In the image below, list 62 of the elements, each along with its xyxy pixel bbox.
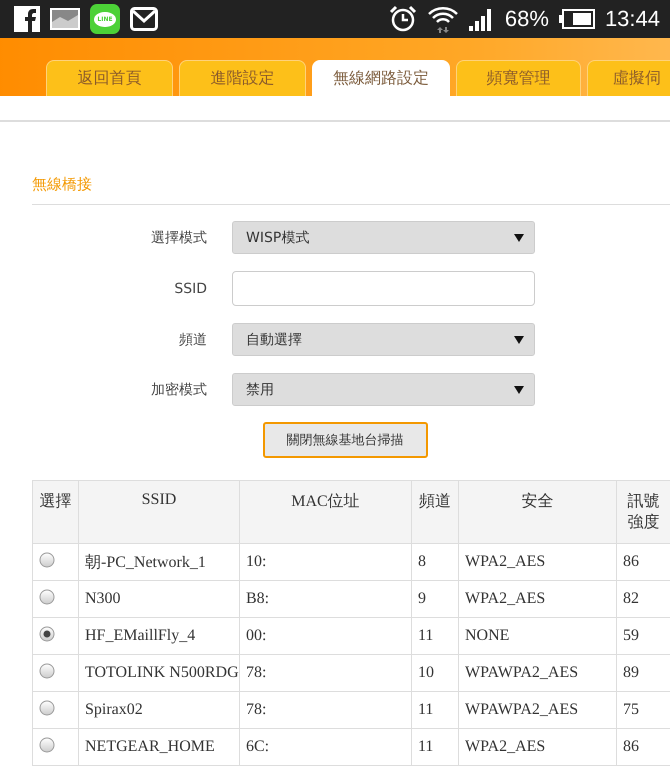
nav-tab[interactable]: 無線網路設定	[312, 60, 450, 96]
table-cell: N300	[78, 580, 240, 618]
table-cell: 10	[412, 654, 458, 692]
table-cell: WPA2_AES	[458, 728, 616, 766]
table-cell: 朝-PC_Network_1	[78, 544, 240, 580]
clock-time: 13:44	[604, 6, 660, 32]
table-cell: 10:	[240, 544, 412, 580]
dropdown-field[interactable]: 自動選擇	[232, 323, 535, 356]
table-cell: WPAWPA2_AES	[458, 692, 616, 728]
table-cell: B8:	[240, 580, 412, 618]
radio-button[interactable]	[39, 588, 55, 604]
table-cell: WPA2_AES	[458, 544, 616, 580]
caret-icon	[514, 386, 524, 394]
column-header: 訊號強度	[616, 480, 670, 544]
table-cell: WPA2_AES	[458, 580, 616, 618]
table-cell: 00:	[240, 618, 412, 654]
nav-tab[interactable]: 虛擬伺	[587, 60, 670, 96]
column-header: SSID	[78, 480, 240, 544]
table-cell: Spirax02	[78, 692, 240, 728]
nav-tab[interactable]: 返回首頁	[46, 60, 173, 96]
battery-icon	[558, 9, 595, 29]
dropdown-field[interactable]: WISP模式	[232, 221, 535, 254]
column-header: 頻道	[412, 480, 458, 544]
field-label: 加密模式	[150, 380, 207, 398]
facebook-icon	[14, 6, 40, 32]
nav-tab[interactable]: 進階設定	[179, 60, 306, 96]
radio-button[interactable]	[39, 552, 55, 568]
alarm-icon	[388, 5, 417, 33]
radio-button[interactable]	[39, 736, 55, 752]
caret-icon	[514, 336, 524, 344]
radio-button[interactable]	[39, 662, 55, 678]
table-cell: 8	[412, 544, 458, 580]
scan-toggle-button[interactable]: 關閉無線基地台掃描	[262, 422, 428, 458]
table-cell: 11	[412, 692, 458, 728]
mail-icon	[130, 7, 158, 31]
nav-tab[interactable]: 頻寬管理	[456, 60, 581, 96]
table-cell: HF_EMaillFly_4	[78, 618, 240, 654]
table-cell: 6C:	[240, 728, 412, 766]
picture-icon	[50, 8, 80, 30]
field-label: 頻道	[178, 330, 207, 348]
table-cell: TOTOLINK N500RDG	[78, 654, 240, 692]
table-cell: 11	[412, 618, 458, 654]
input-field[interactable]	[232, 271, 535, 306]
column-header: MAC位址	[240, 480, 412, 544]
table-cell: NONE	[458, 618, 616, 654]
table-cell: 11	[412, 728, 458, 766]
column-header: 選擇	[32, 480, 78, 544]
radio-button[interactable]	[39, 626, 55, 642]
dropdown-field[interactable]: 禁用	[232, 373, 535, 406]
field-label: 選擇模式	[150, 228, 207, 246]
table-cell: WPAWPA2_AES	[458, 654, 616, 692]
radio-button[interactable]	[39, 700, 55, 716]
table-cell: 78:	[240, 692, 412, 728]
caret-icon	[514, 234, 524, 242]
wifi-icon	[426, 5, 459, 33]
column-header: 安全	[458, 480, 616, 544]
battery-percent: 68%	[504, 6, 549, 32]
table-cell: 9	[412, 580, 458, 618]
section-title: 無線橋接	[32, 175, 92, 193]
table-cell: 78:	[240, 654, 412, 692]
table-cell: NETGEAR_HOME	[78, 728, 240, 766]
field-label: SSID	[173, 280, 207, 296]
